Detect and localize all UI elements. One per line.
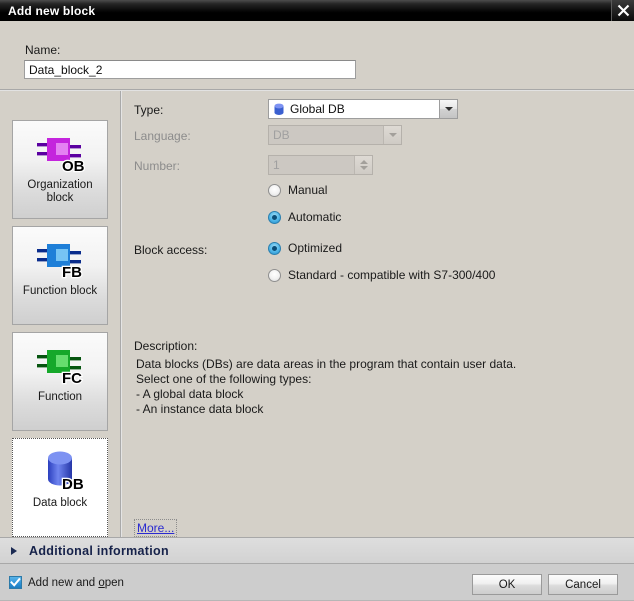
dialog-footer: Add new and open OK Cancel bbox=[0, 564, 634, 600]
svg-text:FB: FB bbox=[62, 264, 82, 281]
database-cylinder-icon bbox=[274, 103, 284, 115]
sidebar-item-label-fb: Function block bbox=[22, 285, 98, 297]
language-dropdown-value: DB bbox=[273, 128, 290, 142]
number-stepper-value: 1 bbox=[273, 158, 280, 172]
type-label: Type: bbox=[134, 103, 164, 117]
function-block-icon: FB bbox=[37, 244, 83, 281]
more-link[interactable]: More... bbox=[134, 519, 178, 537]
name-input[interactable] bbox=[24, 60, 356, 79]
block-access-option-standard-label: Standard - compatible with S7-300/400 bbox=[288, 268, 496, 282]
function-block-icon-wrap: FB bbox=[31, 227, 89, 285]
add-new-and-open-checkbox-row[interactable]: Add new and open bbox=[9, 576, 124, 589]
number-label: Number: bbox=[134, 159, 181, 173]
checkbox-label-post: pen bbox=[104, 576, 124, 589]
chevron-down-icon bbox=[359, 166, 368, 170]
data-block-icon: DB bbox=[48, 451, 85, 494]
radio-standard-icon bbox=[268, 268, 281, 282]
block-access-option-optimized[interactable]: Optimized bbox=[268, 241, 342, 255]
numbering-option-manual[interactable]: Manual bbox=[268, 183, 327, 197]
number-stepper: 1 bbox=[268, 155, 373, 175]
language-dropdown-arrow-button bbox=[383, 126, 401, 144]
chevron-down-icon bbox=[388, 133, 397, 137]
add-new-and-open-label: Add new and open bbox=[28, 577, 124, 589]
triangle-right-icon bbox=[11, 546, 17, 555]
data-block-icon-wrap: DB bbox=[31, 439, 89, 497]
dialog-body: Name: OB Organization block bbox=[0, 21, 634, 601]
sidebar-item-label-fc: Function bbox=[37, 391, 83, 403]
numbering-option-manual-label: Manual bbox=[288, 183, 328, 197]
add-new-block-dialog: Add new block Name: Data_block_2 OB Orga… bbox=[0, 0, 634, 601]
organization-block-icon-wrap: OB bbox=[31, 121, 89, 179]
block-access-option-optimized-label: Optimized bbox=[288, 241, 343, 255]
chevron-down-icon bbox=[444, 107, 453, 111]
checkbox-label-pre: Add new and bbox=[28, 576, 99, 589]
sidebar-item-data-block[interactable]: DB Data block bbox=[12, 438, 108, 537]
close-icon bbox=[617, 4, 629, 17]
svg-text:FC: FC bbox=[62, 370, 82, 387]
svg-text:DB: DB bbox=[62, 476, 84, 493]
add-new-and-open-checkbox[interactable] bbox=[9, 576, 22, 589]
additional-information-label: Additional information bbox=[29, 543, 169, 558]
type-dropdown-arrow-button[interactable] bbox=[439, 100, 457, 118]
type-dropdown-value-wrap: Global DB bbox=[269, 102, 439, 116]
type-dropdown-value: Global DB bbox=[290, 102, 345, 116]
svg-text:OB: OB bbox=[62, 158, 85, 175]
numbering-option-automatic[interactable]: Automatic bbox=[268, 210, 341, 224]
language-dropdown: DB bbox=[268, 125, 402, 145]
radio-automatic-icon bbox=[268, 210, 281, 224]
title-bar: Add new block bbox=[0, 0, 634, 21]
dialog-title: Add new block bbox=[8, 3, 96, 18]
sidebar-item-organization-block[interactable]: OB Organization block bbox=[12, 120, 108, 219]
close-button[interactable] bbox=[611, 0, 634, 21]
radio-manual-icon bbox=[268, 183, 281, 197]
description-label: Description: bbox=[134, 339, 198, 353]
additional-information-expander[interactable]: Additional information bbox=[0, 538, 634, 563]
sidebar-item-function[interactable]: FC Function bbox=[12, 332, 108, 431]
numbering-option-automatic-label: Automatic bbox=[288, 210, 342, 224]
name-label: Name: bbox=[25, 43, 61, 57]
radio-optimized-icon bbox=[268, 241, 281, 255]
language-label: Language: bbox=[134, 129, 191, 143]
function-icon: FC bbox=[37, 350, 83, 387]
number-stepper-buttons bbox=[354, 156, 372, 174]
ok-button[interactable]: OK bbox=[472, 574, 542, 595]
sidebar-item-function-block[interactable]: FB Function block bbox=[12, 226, 108, 325]
block-type-sidebar: OB Organization block FB Function block … bbox=[0, 91, 120, 537]
checkmark-icon bbox=[10, 577, 21, 587]
block-access-label: Block access: bbox=[134, 243, 208, 257]
function-icon-wrap: FC bbox=[31, 333, 89, 391]
cancel-button[interactable]: Cancel bbox=[548, 574, 618, 595]
type-dropdown[interactable]: Global DB bbox=[268, 99, 458, 119]
block-options-panel: Type: Global DB Language: DB Number: 1 M… bbox=[122, 91, 634, 537]
block-access-option-standard[interactable]: Standard - compatible with S7-300/400 bbox=[268, 268, 495, 282]
chevron-up-icon bbox=[359, 160, 368, 164]
sidebar-item-label-db: Data block bbox=[32, 497, 88, 509]
organization-block-icon: OB bbox=[37, 138, 86, 175]
sidebar-item-label-ob: Organization block bbox=[27, 179, 93, 204]
description-text: Data blocks (DBs) are data areas in the … bbox=[136, 357, 517, 416]
